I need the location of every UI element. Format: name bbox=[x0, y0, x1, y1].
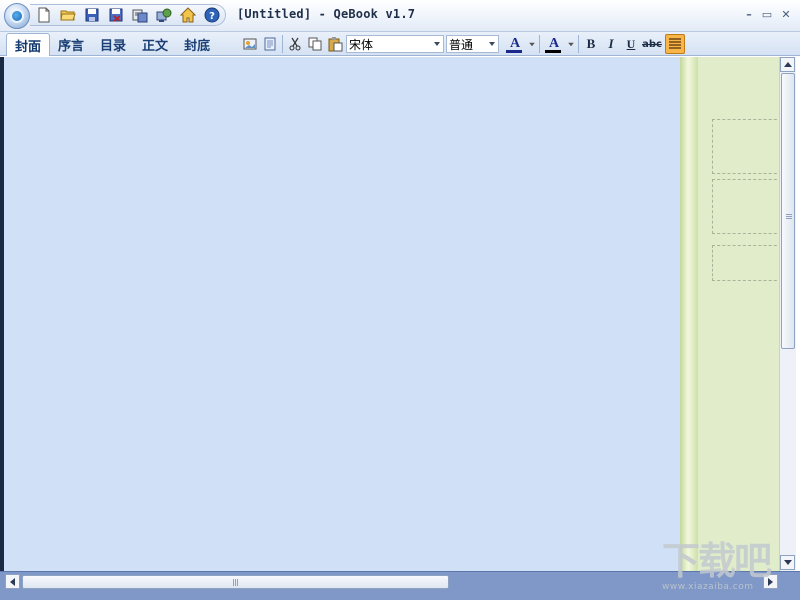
placeholder-frame[interactable] bbox=[712, 119, 782, 174]
maximize-button[interactable]: ▭ bbox=[759, 6, 775, 22]
site-watermark: 下载吧 www.xiazaiba.com bbox=[662, 540, 780, 598]
grip-icon bbox=[235, 579, 236, 586]
chevron-down-icon bbox=[489, 42, 495, 46]
home-button[interactable] bbox=[177, 5, 199, 25]
font-color-dropdown[interactable] bbox=[527, 34, 537, 54]
save-as-button[interactable] bbox=[105, 5, 127, 25]
arrow-left-icon bbox=[10, 578, 15, 586]
tab-body[interactable]: 正文 bbox=[134, 33, 176, 56]
grip-icon bbox=[786, 216, 792, 217]
publish-icon bbox=[156, 7, 172, 23]
highlight-color-dropdown[interactable] bbox=[566, 34, 576, 54]
app-logo-icon bbox=[10, 9, 24, 23]
watermark-url: www.xiazaiba.com bbox=[662, 582, 780, 592]
paste-icon bbox=[327, 36, 343, 52]
underline-button[interactable]: U bbox=[621, 34, 641, 54]
compile-button[interactable] bbox=[129, 5, 151, 25]
paste-button[interactable] bbox=[325, 34, 345, 54]
align-justify-button[interactable] bbox=[665, 34, 685, 54]
section-tabs: 封面 序言 目录 正文 封底 bbox=[6, 33, 218, 56]
arrow-down-icon bbox=[784, 560, 792, 565]
strikethrough-button[interactable]: abc bbox=[641, 34, 663, 54]
svg-text:?: ? bbox=[209, 11, 215, 22]
toolbar-separator bbox=[282, 35, 283, 53]
grip-icon bbox=[786, 214, 792, 215]
publish-button[interactable] bbox=[153, 5, 175, 25]
chevron-down-icon bbox=[568, 42, 574, 46]
cut-button[interactable] bbox=[285, 34, 305, 54]
paragraph-style-value: 普通 bbox=[449, 36, 473, 53]
cover-canvas[interactable] bbox=[0, 57, 680, 571]
placeholder-frame[interactable] bbox=[712, 179, 782, 234]
page-icon bbox=[262, 36, 278, 52]
save-button[interactable] bbox=[81, 5, 103, 25]
font-color-swatch bbox=[506, 50, 522, 53]
paragraph-style-select[interactable]: 普通 bbox=[446, 35, 499, 53]
font-family-select[interactable]: 宋体 bbox=[346, 35, 444, 53]
font-color-button[interactable]: A bbox=[503, 34, 527, 54]
open-folder-icon bbox=[60, 7, 76, 23]
tab-cover[interactable]: 封面 bbox=[6, 33, 50, 56]
minimize-button[interactable]: – bbox=[741, 6, 757, 22]
highlight-color-button[interactable]: A bbox=[542, 34, 566, 54]
scroll-left-button[interactable] bbox=[5, 574, 20, 589]
vertical-scroll-thumb[interactable] bbox=[781, 73, 795, 349]
tab-contents[interactable]: 目录 bbox=[92, 33, 134, 56]
insert-image-icon bbox=[242, 36, 258, 52]
help-icon: ? bbox=[204, 7, 220, 23]
chevron-down-icon bbox=[529, 42, 535, 46]
window-title: [Untitled] - QeBook v1.7 bbox=[237, 7, 415, 21]
placeholder-frame[interactable] bbox=[712, 245, 782, 281]
arrow-up-icon bbox=[784, 62, 792, 67]
help-button[interactable]: ? bbox=[201, 5, 223, 25]
italic-button[interactable]: I bbox=[601, 34, 621, 54]
font-color-icon: A bbox=[510, 37, 520, 51]
app-menu-button[interactable] bbox=[4, 3, 30, 29]
insert-image-button[interactable] bbox=[240, 34, 260, 54]
align-justify-icon bbox=[667, 36, 683, 52]
new-doc-icon bbox=[36, 7, 52, 23]
scroll-up-button[interactable] bbox=[780, 57, 795, 72]
tab-preface[interactable]: 序言 bbox=[50, 33, 92, 56]
insert-page-button[interactable] bbox=[260, 34, 280, 54]
toolbar-separator bbox=[539, 35, 540, 53]
toolbar-separator bbox=[578, 35, 579, 53]
copy-icon bbox=[307, 36, 323, 52]
grip-icon bbox=[786, 218, 792, 219]
copy-button[interactable] bbox=[305, 34, 325, 54]
ribbon-row: 封面 序言 目录 正文 封底 宋体 普通 A bbox=[0, 32, 800, 56]
home-icon bbox=[180, 7, 196, 23]
grip-icon bbox=[237, 579, 238, 586]
grip-icon bbox=[233, 579, 234, 586]
scissors-icon bbox=[287, 36, 303, 52]
highlight-color-icon: A bbox=[549, 37, 559, 51]
scroll-down-button[interactable] bbox=[780, 555, 795, 570]
save-as-icon bbox=[108, 7, 124, 23]
chevron-down-icon bbox=[434, 42, 440, 46]
highlight-color-swatch bbox=[545, 50, 561, 53]
close-button[interactable]: ✕ bbox=[778, 6, 794, 22]
save-icon bbox=[84, 7, 100, 23]
edit-toolbar bbox=[240, 34, 345, 54]
element-side-panel bbox=[680, 57, 779, 571]
panel-splitter[interactable] bbox=[680, 57, 698, 571]
format-toolbar: A A B I U abc bbox=[503, 34, 685, 54]
vertical-scrollbar[interactable] bbox=[779, 57, 796, 571]
new-doc-button[interactable] bbox=[33, 5, 55, 25]
quick-access-toolbar: ? bbox=[30, 4, 226, 26]
bold-button[interactable]: B bbox=[581, 34, 601, 54]
horizontal-scroll-thumb[interactable] bbox=[22, 575, 449, 589]
open-button[interactable] bbox=[57, 5, 79, 25]
watermark-text: 下载吧 bbox=[662, 540, 780, 582]
tab-back-cover[interactable]: 封底 bbox=[176, 33, 218, 56]
title-bar: ? [Untitled] - QeBook v1.7 – ▭ ✕ bbox=[0, 0, 800, 32]
compile-icon bbox=[132, 7, 148, 23]
font-family-value: 宋体 bbox=[349, 36, 373, 53]
